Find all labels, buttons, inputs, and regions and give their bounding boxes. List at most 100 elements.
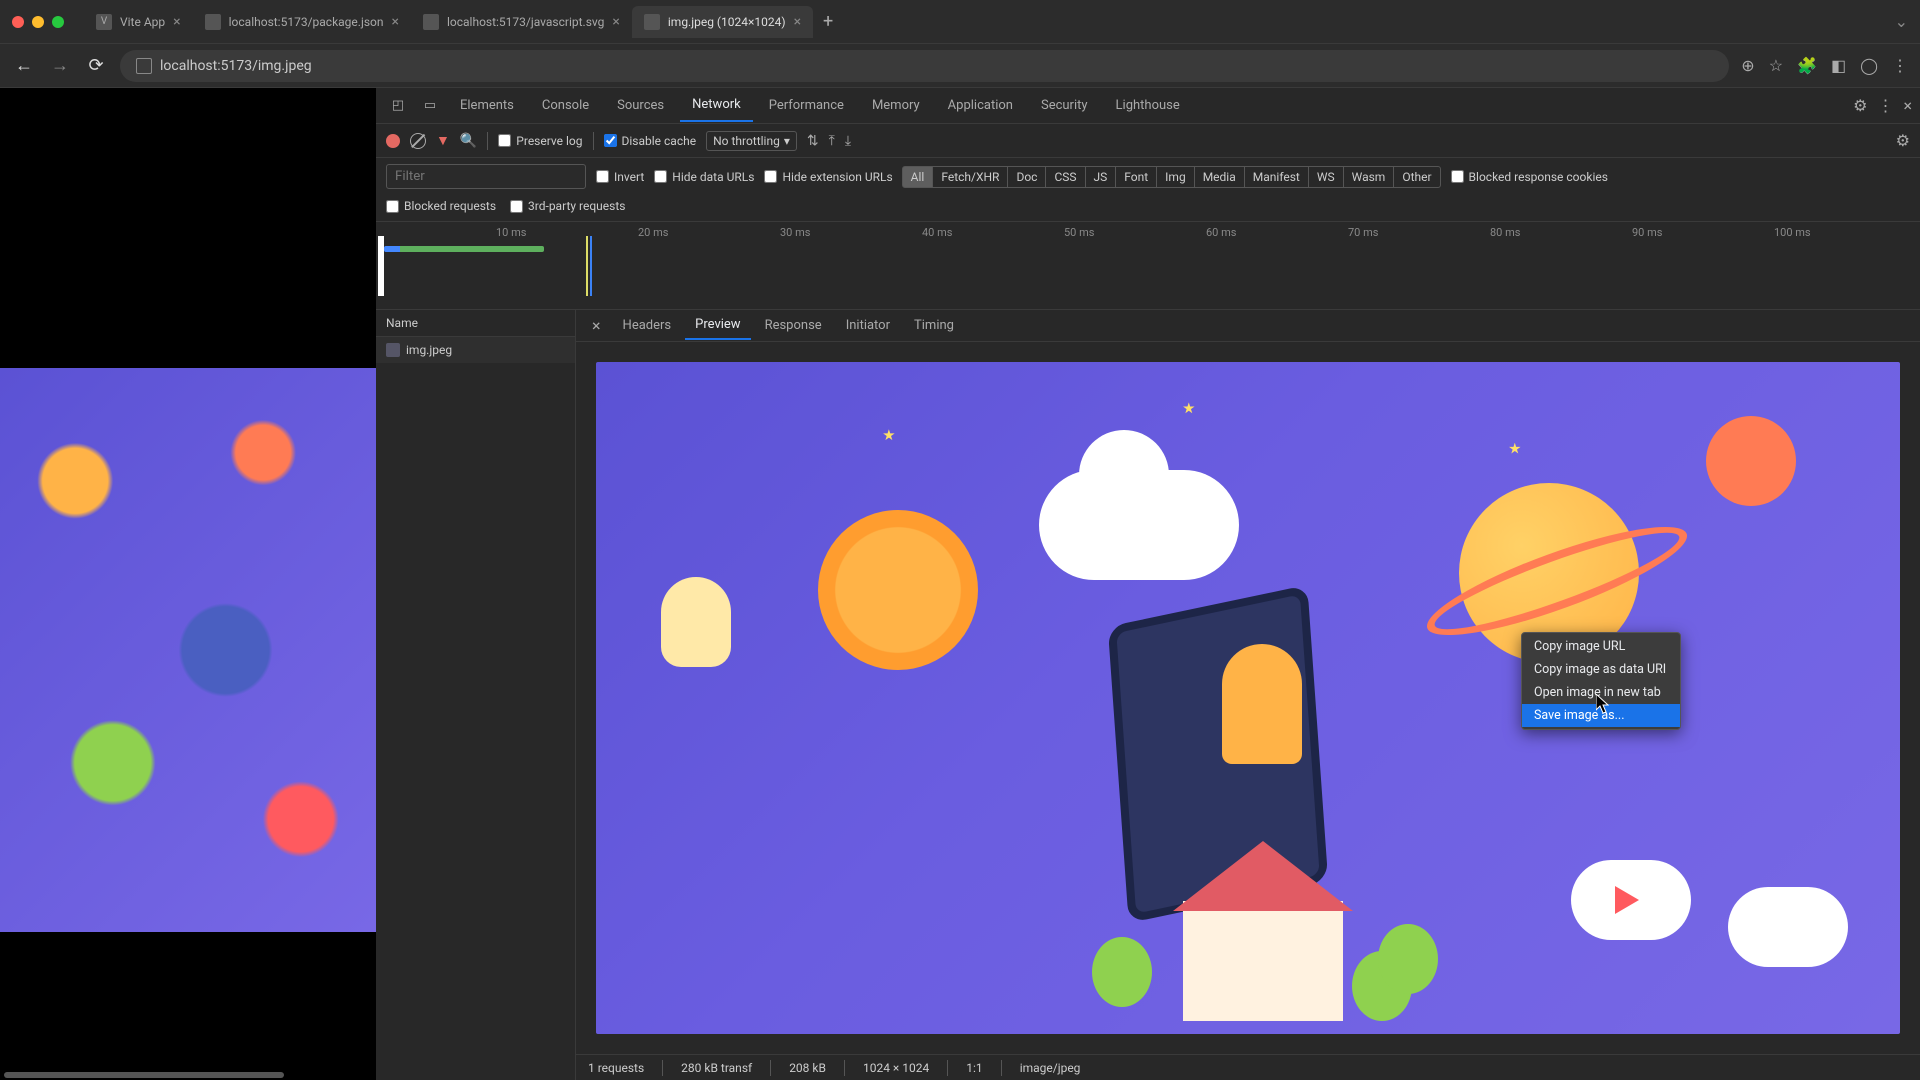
detail-tab-preview[interactable]: Preview xyxy=(685,311,750,340)
preserve-log-checkbox[interactable]: Preserve log xyxy=(498,134,582,148)
image-favicon xyxy=(644,14,660,30)
type-pill-ws[interactable]: WS xyxy=(1308,166,1344,188)
panel-tab-lighthouse[interactable]: Lighthouse xyxy=(1104,90,1192,121)
status-size: 208 kB xyxy=(789,1061,826,1075)
address-bar[interactable]: localhost:5173/img.jpeg xyxy=(120,50,1729,82)
blocked-cookies-checkbox[interactable]: Blocked response cookies xyxy=(1451,170,1608,184)
detail-tab-response[interactable]: Response xyxy=(755,312,832,339)
type-pill-manifest[interactable]: Manifest xyxy=(1244,166,1309,188)
type-pill-other[interactable]: Other xyxy=(1393,166,1440,188)
detail-tabs: × Headers Preview Response Initiator Tim… xyxy=(576,310,1920,342)
kebab-icon[interactable]: ⋮ xyxy=(1877,96,1893,115)
browser-tab[interactable]: V Vite App × xyxy=(84,6,193,38)
type-pill-fetchxhr[interactable]: Fetch/XHR xyxy=(932,166,1008,188)
panel-tab-elements[interactable]: Elements xyxy=(448,90,526,121)
throttling-select[interactable]: No throttling▾ xyxy=(706,131,797,151)
network-conditions-icon[interactable]: ⇅ xyxy=(807,133,819,149)
forward-button[interactable]: → xyxy=(48,55,72,76)
rendered-image[interactable] xyxy=(0,368,376,932)
tab-label: img.jpeg (1024×1024) xyxy=(668,15,786,29)
filter-input[interactable] xyxy=(386,164,586,189)
type-pill-wasm[interactable]: Wasm xyxy=(1343,166,1395,188)
clear-button[interactable] xyxy=(410,133,426,149)
panel-tab-network[interactable]: Network xyxy=(680,89,753,122)
side-panel-icon[interactable]: ◧ xyxy=(1831,56,1846,75)
panel-tab-security[interactable]: Security xyxy=(1029,90,1100,121)
gear-icon[interactable]: ⚙ xyxy=(1853,96,1867,115)
search-icon[interactable]: 🔍 xyxy=(460,133,477,149)
import-har-icon[interactable]: ⤒ xyxy=(829,133,835,149)
network-settings-icon[interactable]: ⚙ xyxy=(1896,131,1910,150)
extensions-icon[interactable]: 🧩 xyxy=(1797,56,1817,75)
site-info-icon[interactable] xyxy=(136,58,152,74)
type-pill-js[interactable]: JS xyxy=(1085,166,1117,188)
maximize-window-button[interactable] xyxy=(52,16,64,28)
type-pill-css[interactable]: CSS xyxy=(1045,166,1085,188)
detail-tab-timing[interactable]: Timing xyxy=(904,312,964,339)
close-tab-icon[interactable]: × xyxy=(391,14,398,30)
type-pill-font[interactable]: Font xyxy=(1115,166,1157,188)
browser-toolbar: ← → ⟳ localhost:5173/img.jpeg ⊕ ☆ 🧩 ◧ ◯ … xyxy=(0,44,1920,88)
detail-tab-initiator[interactable]: Initiator xyxy=(836,312,900,339)
third-party-checkbox[interactable]: 3rd-party requests xyxy=(510,199,625,213)
panel-tab-performance[interactable]: Performance xyxy=(757,90,856,121)
close-tab-icon[interactable]: × xyxy=(173,14,180,30)
timeline-domcontent-marker xyxy=(586,236,588,296)
timeline-start-handle[interactable] xyxy=(378,236,384,296)
close-window-button[interactable] xyxy=(12,16,24,28)
blocked-requests-checkbox[interactable]: Blocked requests xyxy=(386,199,496,213)
record-button[interactable] xyxy=(386,134,400,148)
inspect-element-icon[interactable]: ◰ xyxy=(384,92,412,120)
device-toolbar-icon[interactable]: ▭ xyxy=(416,92,444,120)
hide-data-urls-checkbox[interactable]: Hide data URLs xyxy=(654,170,754,184)
reload-button[interactable]: ⟳ xyxy=(84,55,108,76)
profile-icon[interactable]: ◯ xyxy=(1860,56,1878,75)
invert-checkbox[interactable]: Invert xyxy=(596,170,644,184)
close-tab-icon[interactable]: × xyxy=(612,14,619,30)
type-pill-doc[interactable]: Doc xyxy=(1007,166,1046,188)
browser-tab[interactable]: localhost:5173/javascript.svg × xyxy=(411,6,632,38)
panel-tab-memory[interactable]: Memory xyxy=(860,90,932,121)
detail-tab-headers[interactable]: Headers xyxy=(613,312,682,339)
chevron-down-icon[interactable]: ⌄ xyxy=(1895,12,1908,31)
request-row[interactable]: img.jpeg xyxy=(376,337,575,363)
request-name: img.jpeg xyxy=(406,343,452,357)
filter-toggle-icon[interactable]: ▼ xyxy=(436,132,450,149)
menu-icon[interactable]: ⋮ xyxy=(1892,56,1908,75)
timeline-load-marker xyxy=(590,236,592,296)
preview-image[interactable] xyxy=(596,362,1900,1034)
type-pill-img[interactable]: Img xyxy=(1156,166,1195,188)
browser-tab-active[interactable]: img.jpeg (1024×1024) × xyxy=(632,6,813,38)
type-pill-media[interactable]: Media xyxy=(1194,166,1245,188)
network-filter-row: Invert Hide data URLs Hide extension URL… xyxy=(376,158,1920,195)
bookmark-icon[interactable]: ☆ xyxy=(1769,56,1783,75)
new-tab-button[interactable]: + xyxy=(813,11,843,32)
close-tab-icon[interactable]: × xyxy=(794,14,801,30)
back-button[interactable]: ← xyxy=(12,55,36,76)
cursor-icon xyxy=(1596,694,1612,716)
type-pill-all[interactable]: All xyxy=(902,166,934,188)
context-menu-item-copy-url[interactable]: Copy image URL xyxy=(1522,635,1680,658)
status-ratio: 1:1 xyxy=(966,1061,982,1075)
type-filter-group: All Fetch/XHR Doc CSS JS Font Img Media … xyxy=(903,166,1441,188)
tab-label: localhost:5173/package.json xyxy=(229,15,384,29)
chevron-down-icon: ▾ xyxy=(784,134,790,148)
gear-sun-illustration xyxy=(818,510,978,670)
list-header-name[interactable]: Name xyxy=(376,310,575,337)
panel-tab-application[interactable]: Application xyxy=(936,90,1025,121)
network-timeline[interactable]: 10 ms 20 ms 30 ms 40 ms 50 ms 60 ms 70 m… xyxy=(376,222,1920,310)
panel-tab-sources[interactable]: Sources xyxy=(605,90,676,121)
horizontal-scrollbar[interactable] xyxy=(4,1072,284,1078)
export-har-icon[interactable]: ⤓ xyxy=(845,133,851,149)
panel-tab-console[interactable]: Console xyxy=(530,90,601,121)
context-menu-item-copy-datauri[interactable]: Copy image as data URI xyxy=(1522,658,1680,681)
browser-tab[interactable]: localhost:5173/package.json × xyxy=(193,6,411,38)
close-devtools-icon[interactable]: × xyxy=(1903,96,1912,115)
close-detail-icon[interactable]: × xyxy=(584,316,609,335)
zoom-icon[interactable]: ⊕ xyxy=(1741,56,1754,75)
svg-favicon xyxy=(423,14,439,30)
main-split: ◰ ▭ Elements Console Sources Network Per… xyxy=(0,88,1920,1080)
disable-cache-checkbox[interactable]: Disable cache xyxy=(604,134,697,148)
minimize-window-button[interactable] xyxy=(32,16,44,28)
hide-extension-urls-checkbox[interactable]: Hide extension URLs xyxy=(764,170,892,184)
